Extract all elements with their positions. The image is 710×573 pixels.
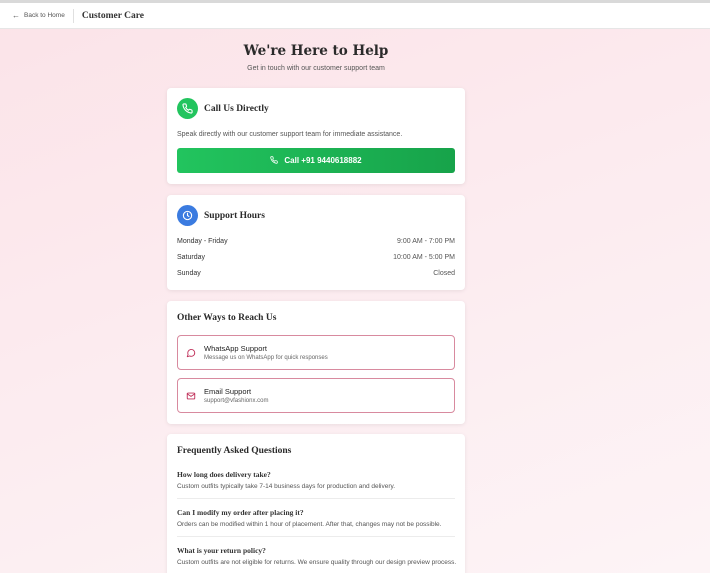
faq-question[interactable]: How long does delivery take? [177,470,271,479]
faq-answer: Custom outfits typically take 7-14 busin… [177,483,396,490]
phone-icon [177,98,198,119]
faq-card: Frequently Asked Questions How long does… [167,434,465,573]
phone-icon [270,155,279,166]
other-ways-title: Other Ways to Reach Us [177,313,277,323]
faq-divider [177,498,455,499]
whatsapp-title: WhatsApp Support [204,344,267,353]
hours-day: Sunday [177,270,201,277]
whatsapp-subtitle: Message us on WhatsApp for quick respons… [204,355,328,361]
arrow-left-icon: ← [12,11,20,20]
hours-day: Saturday [177,254,206,261]
hours-row: Monday - Friday 9:00 AM - 7:00 PM [177,238,455,245]
hours-row: Saturday 10:00 AM - 5:00 PM [177,254,455,261]
hero-subtitle: Get in touch with our customer support t… [247,65,385,72]
call-card-title: Call Us Directly [204,103,269,114]
other-ways-card: Other Ways to Reach Us WhatsApp Support … [167,301,465,424]
call-description: Speak directly with our customer support… [177,131,403,138]
back-label: Back to Home [24,12,65,19]
mail-icon [178,391,204,401]
faq-answer: Custom outfits are not eligible for retu… [177,559,457,566]
faq-question[interactable]: What is your return policy? [177,546,266,555]
hours-time: 9:00 AM - 7:00 PM [397,238,455,245]
email-title: Email Support [204,387,252,396]
faq-answer: Orders can be modified within 1 hour of … [177,521,442,528]
call-card: Call Us Directly Speak directly with our… [167,88,465,184]
whatsapp-support-option[interactable]: WhatsApp Support Message us on WhatsApp … [177,335,455,370]
call-button-label: Call +91 9440618882 [284,156,362,165]
support-hours-card: Support Hours Monday - Friday 9:00 AM - … [167,195,465,290]
hero-title: We're Here to Help [243,43,389,59]
faq-divider [177,536,455,537]
header-divider [72,8,74,23]
hours-time: Closed [433,270,455,277]
clock-icon [177,205,198,226]
support-hours-title: Support Hours [204,210,265,221]
hours-row: Sunday Closed [177,270,455,277]
email-address: support@vfashionx.com [204,398,269,404]
faq-question[interactable]: Can I modify my order after placing it? [177,508,304,517]
email-support-option[interactable]: Email Support support@vfashionx.com [177,378,455,413]
hours-day: Monday - Friday [177,238,228,245]
faq-title: Frequently Asked Questions [177,446,292,456]
hours-time: 10:00 AM - 5:00 PM [393,254,455,261]
call-button[interactable]: Call +91 9440618882 [177,148,455,173]
back-to-home-button[interactable]: ← Back to Home [12,11,65,20]
top-header: ← Back to Home Customer Care [0,3,710,29]
page-title: Customer Care [81,10,145,21]
message-circle-icon [178,348,204,358]
